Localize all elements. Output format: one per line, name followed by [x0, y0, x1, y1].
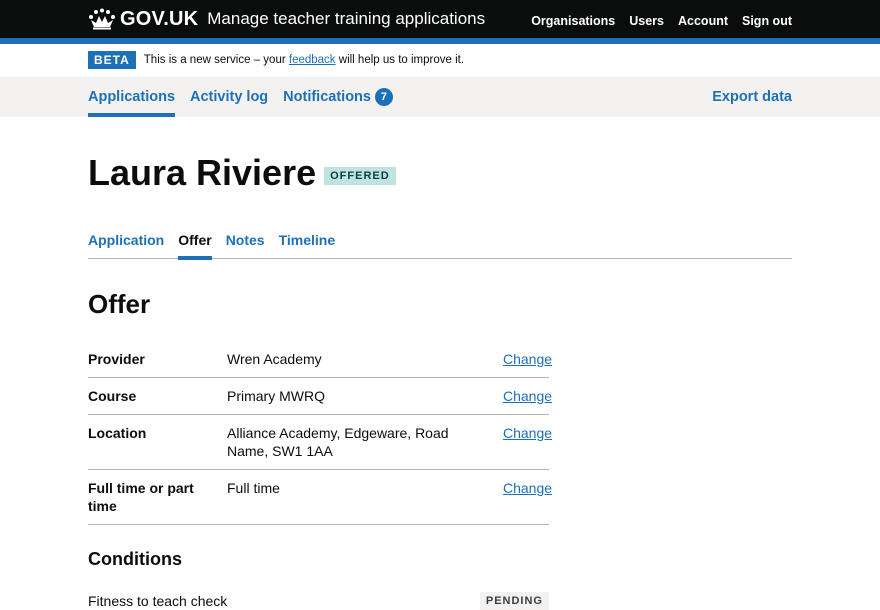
tab-timeline[interactable]: Timeline — [279, 223, 336, 259]
summary-key: Location — [88, 425, 147, 441]
header-blue-bar — [0, 38, 880, 44]
change-provider-link[interactable]: Change — [503, 351, 552, 367]
summary-action: Change — [503, 387, 552, 405]
summary-row-location: Location Alliance Academy, Edgeware, Roa… — [88, 415, 552, 470]
tab-application[interactable]: Application — [88, 223, 164, 259]
summary-key: Full time or part time — [88, 480, 194, 514]
feedback-link[interactable]: feedback — [289, 54, 336, 66]
conditions-heading: Conditions — [88, 549, 182, 569]
condition-status-badge: PENDING — [479, 592, 549, 610]
header-nav-organisations[interactable]: Organisations — [531, 14, 615, 28]
primary-nav-activity-log[interactable]: Activity log — [190, 77, 268, 117]
summary-action: Change — [503, 424, 552, 460]
notifications-label: Notifications — [283, 89, 371, 105]
summary-value: Full time — [227, 480, 280, 496]
change-course-link[interactable]: Change — [503, 388, 552, 404]
title-row: Laura Riviere OFFERED — [88, 153, 792, 193]
summary-value: Wren Academy — [227, 351, 322, 367]
condition-item: Fitness to teach check PENDING — [88, 592, 549, 610]
change-location-link[interactable]: Change — [503, 425, 552, 441]
tab-offer[interactable]: Offer — [178, 223, 213, 260]
primary-nav: Applications Activity log Notifications … — [0, 77, 880, 117]
condition-text: Fitness to teach check — [88, 593, 228, 609]
notifications-count-badge: 7 — [374, 88, 393, 106]
offer-summary-list: Provider Wren Academy Change Course Prim… — [88, 341, 552, 525]
summary-value: Alliance Academy, Edgeware, Road Name, S… — [227, 425, 449, 459]
status-badge: OFFERED — [324, 167, 396, 185]
crown-icon — [89, 8, 115, 30]
primary-nav-notifications[interactable]: Notifications 7 — [283, 77, 393, 117]
summary-key: Provider — [88, 351, 145, 367]
summary-row-provider: Provider Wren Academy Change — [88, 341, 552, 378]
primary-nav-applications[interactable]: Applications — [88, 77, 176, 117]
phase-text-before: This is a new service – your — [143, 54, 289, 66]
beta-tag: BETA — [88, 51, 136, 69]
offer-heading: Offer — [88, 289, 151, 319]
change-study-mode-link[interactable]: Change — [503, 480, 552, 496]
summary-action: Change — [503, 479, 552, 515]
logo-text: GOV.UK — [120, 7, 199, 30]
export-data-link[interactable]: Export data — [712, 89, 792, 105]
summary-key: Course — [88, 388, 137, 404]
phase-text-after: will help us to improve it. — [335, 54, 465, 66]
header-nav-users[interactable]: Users — [629, 14, 664, 28]
govuk-header: GOV.UK Manage teacher training applicati… — [0, 0, 880, 44]
tab-notes[interactable]: Notes — [226, 223, 265, 259]
page-title: Laura Riviere — [88, 152, 317, 193]
phase-banner: BETA This is a new service – your feedba… — [88, 44, 792, 77]
application-sub-nav: Application Offer Notes Timeline — [88, 223, 792, 260]
phase-banner-text: This is a new service – your feedback wi… — [144, 54, 464, 66]
service-name[interactable]: Manage teacher training applications — [207, 9, 485, 29]
summary-row-course: Course Primary MWRQ Change — [88, 378, 552, 415]
summary-row-study-mode: Full time or part time Full time Change — [88, 470, 552, 525]
summary-action: Change — [503, 350, 552, 368]
header-nav-sign-out[interactable]: Sign out — [742, 14, 792, 28]
header-nav-account[interactable]: Account — [678, 14, 728, 28]
govuk-logo-link[interactable]: GOV.UK — [88, 8, 198, 31]
header-nav: Organisations Users Account Sign out — [531, 11, 792, 28]
main-content: Laura Riviere OFFERED Application Offer … — [88, 117, 792, 610]
summary-value: Primary MWRQ — [227, 388, 325, 404]
